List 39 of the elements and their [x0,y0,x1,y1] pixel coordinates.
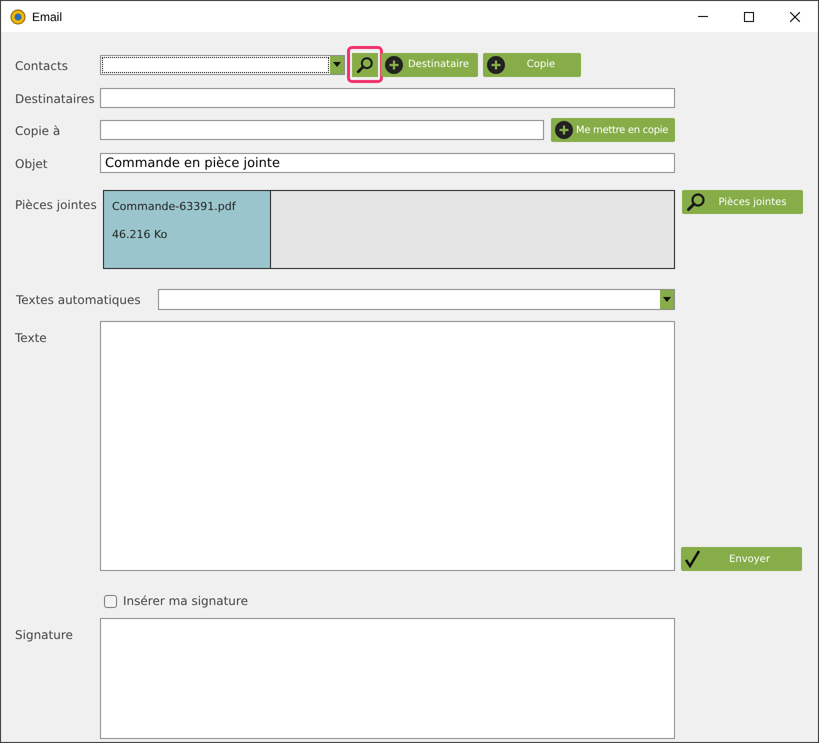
caret-icon [663,296,671,302]
minimize-icon [698,16,708,17]
recipients-field[interactable] [100,88,675,108]
add-copy-button[interactable]: Copie [483,52,581,76]
add-recipient-button[interactable]: Destinataire [381,52,478,76]
attachments-button[interactable]: Pièces jointes [682,190,803,214]
plus-icon [487,56,505,74]
caret-icon [333,62,341,67]
field-label: Destinataires [15,92,95,106]
signature-checkbox[interactable] [104,594,117,608]
send-button[interactable]: Envoyer [681,547,802,571]
field-label: Textes automatiques [16,293,141,307]
field-label: Objet [15,157,48,171]
contacts-dropdown[interactable] [100,54,345,74]
plus-icon [385,56,403,74]
dropdown-button[interactable] [330,56,344,74]
checkmark-icon [685,550,701,568]
app-icon [10,8,26,24]
checkbox-label: Insérer ma signature [123,593,248,610]
dropdown-button[interactable] [660,290,674,308]
auto-texts-dropdown[interactable] [158,288,675,310]
field-label: Copie à [15,124,60,138]
field-label: Texte [15,331,47,345]
attachment-size: 46.216 Ko [112,226,168,242]
subject-field[interactable]: Commande en pièce jointe [100,153,675,173]
cc-myself-button[interactable]: Me mettre en copie [551,118,675,142]
search-icon [686,192,706,212]
close-icon [790,12,800,22]
maximize-icon [744,12,754,22]
attachment-name: Commande-63391.pdf [112,199,237,215]
field-label: Contacts [15,58,68,72]
window-title: Email [32,8,62,26]
field-label: Signature [15,628,73,642]
search-icon [356,56,374,74]
field-label: Pièces jointes [15,198,97,212]
attachment-item[interactable]: Commande-63391.pdf 46.216 Ko [104,191,271,268]
plus-icon [555,121,573,139]
search-button[interactable] [352,52,378,76]
cc-field[interactable] [100,120,544,140]
